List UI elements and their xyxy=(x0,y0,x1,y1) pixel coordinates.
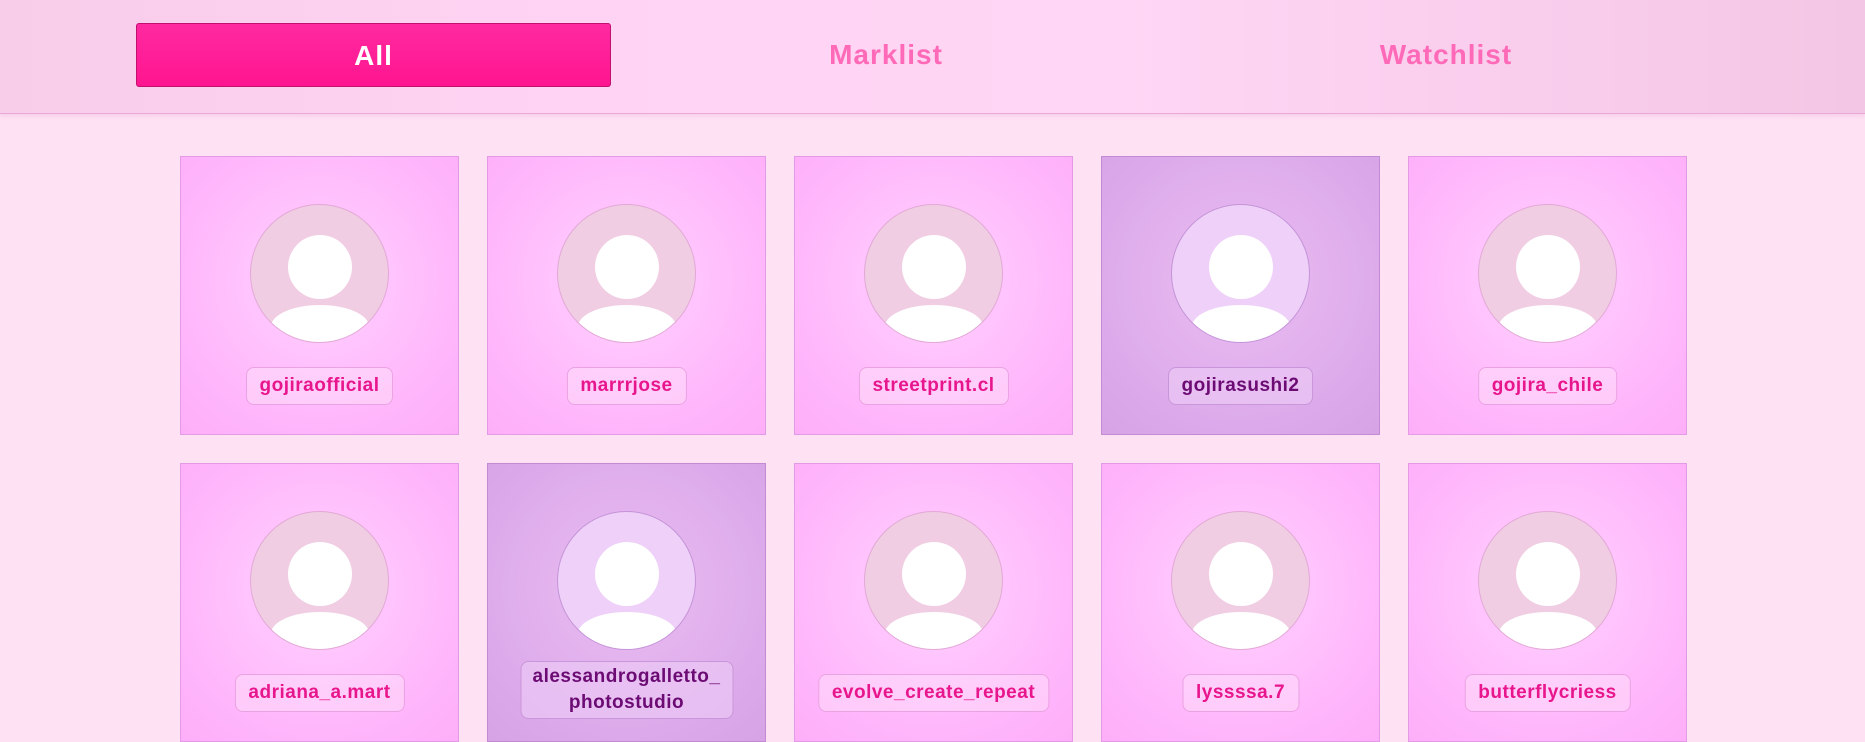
profile-card-selected[interactable]: alessandrogalletto_photostudio xyxy=(487,463,766,742)
profile-grid: gojiraofficial marrrjose streetprint.cl … xyxy=(0,0,1865,742)
profile-card[interactable]: lyssssa.7 xyxy=(1101,463,1380,742)
profile-card[interactable]: butterflycriess xyxy=(1408,463,1687,742)
user-avatar-icon xyxy=(864,511,1003,650)
user-avatar-icon xyxy=(557,204,696,343)
profile-username: evolve_create_repeat xyxy=(817,674,1050,712)
user-avatar-icon xyxy=(250,511,389,650)
user-avatar-icon xyxy=(1478,204,1617,343)
profile-username: gojira_chile xyxy=(1477,367,1618,405)
profile-card[interactable]: evolve_create_repeat xyxy=(794,463,1073,742)
user-avatar-icon xyxy=(1478,511,1617,650)
user-avatar-icon xyxy=(1171,511,1310,650)
profile-card[interactable]: gojira_chile xyxy=(1408,156,1687,435)
user-avatar-icon xyxy=(1171,204,1310,343)
profile-card[interactable]: adriana_a.mart xyxy=(180,463,459,742)
profile-username: lyssssa.7 xyxy=(1181,674,1300,712)
profile-username: gojiraofficial xyxy=(245,367,394,405)
profile-username: marrrjose xyxy=(566,367,687,405)
user-avatar-icon xyxy=(864,204,1003,343)
profile-username: butterflycriess xyxy=(1464,674,1631,712)
profile-username: gojirasushi2 xyxy=(1167,367,1314,405)
profile-card-selected[interactable]: gojirasushi2 xyxy=(1101,156,1380,435)
profile-username: alessandrogalletto_photostudio xyxy=(520,661,733,719)
profile-card[interactable]: streetprint.cl xyxy=(794,156,1073,435)
profile-username: adriana_a.mart xyxy=(234,674,405,712)
profile-card[interactable]: gojiraofficial xyxy=(180,156,459,435)
profile-username: streetprint.cl xyxy=(858,367,1009,405)
user-avatar-icon xyxy=(250,204,389,343)
profile-card[interactable]: marrrjose xyxy=(487,156,766,435)
user-avatar-icon xyxy=(557,511,696,650)
